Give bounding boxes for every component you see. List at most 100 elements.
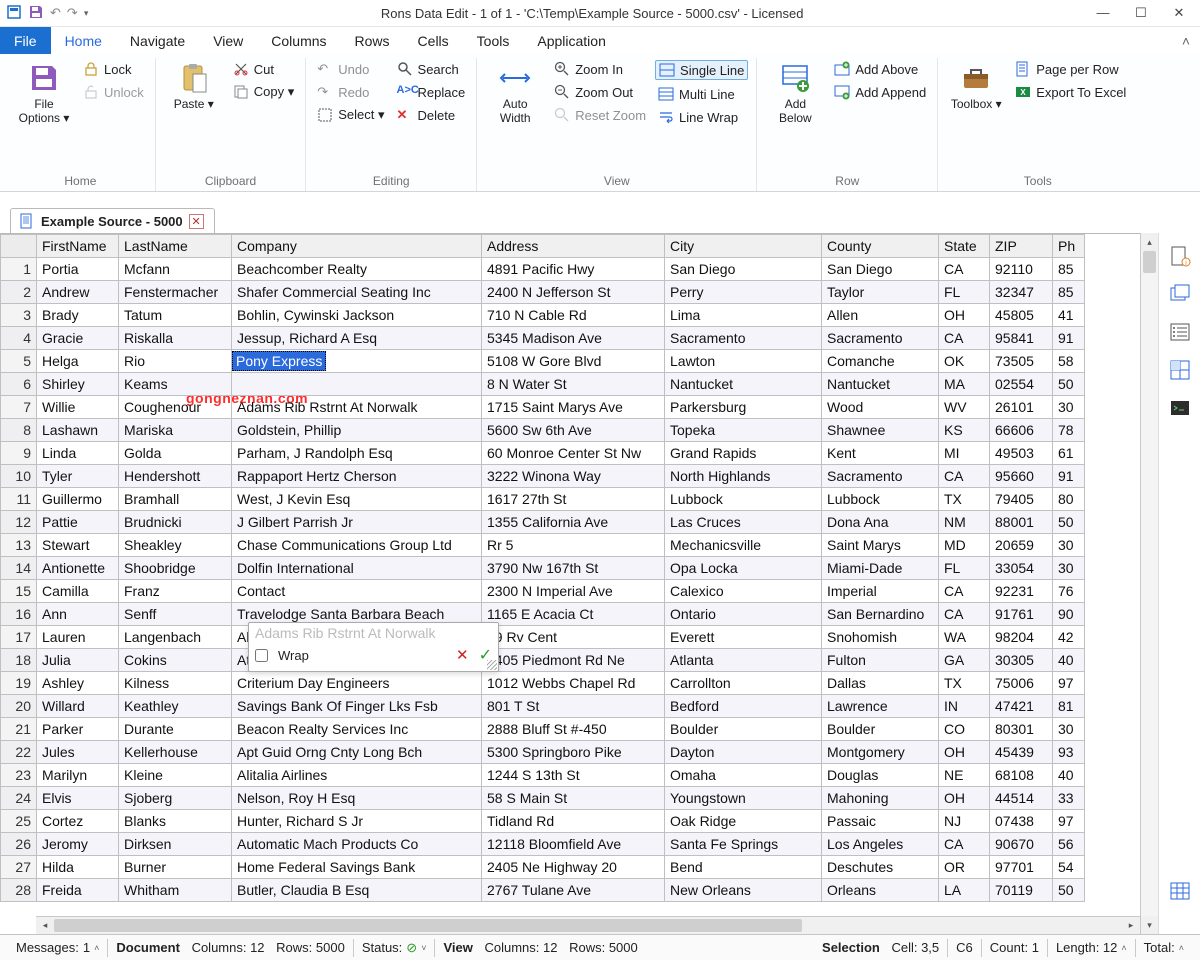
row-number[interactable]: 26 [1, 833, 37, 856]
row-number[interactable]: 19 [1, 672, 37, 695]
cell[interactable]: Lashawn [37, 419, 119, 442]
zoom-out-button[interactable]: Zoom Out [551, 83, 649, 101]
cell[interactable]: Apt Guid Orng Cnty Long Bch [232, 741, 482, 764]
cell[interactable]: 1617 27th St [482, 488, 665, 511]
row-number[interactable]: 22 [1, 741, 37, 764]
cell[interactable]: Boulder [822, 718, 939, 741]
cell[interactable]: Mariska [119, 419, 232, 442]
cell[interactable]: Grand Rapids [665, 442, 822, 465]
cell[interactable]: Orleans [822, 879, 939, 902]
cell[interactable]: Shirley [37, 373, 119, 396]
cell[interactable]: 90670 [990, 833, 1053, 856]
cell[interactable]: Sjoberg [119, 787, 232, 810]
cell[interactable]: 2400 N Jefferson St [482, 281, 665, 304]
table-row[interactable]: 3BradyTatumBohlin, Cywinski Jackson710 N… [1, 304, 1085, 327]
cell[interactable]: Boulder [665, 718, 822, 741]
cell[interactable]: Goldstein, Phillip [232, 419, 482, 442]
cell[interactable]: 49503 [990, 442, 1053, 465]
row-number[interactable]: 20 [1, 695, 37, 718]
page-per-row-button[interactable]: Page per Row [1012, 60, 1129, 78]
cell[interactable]: Gracie [37, 327, 119, 350]
cell[interactable]: Nantucket [822, 373, 939, 396]
paste-button[interactable]: Paste ▾ [164, 60, 224, 113]
col-header[interactable]: ZIP [990, 235, 1053, 258]
cell[interactable]: Bramhall [119, 488, 232, 511]
cell[interactable]: 20659 [990, 534, 1053, 557]
delete-button[interactable]: ✕Delete [394, 106, 469, 124]
cell[interactable]: 1012 Webbs Chapel Rd [482, 672, 665, 695]
cell[interactable]: Kellerhouse [119, 741, 232, 764]
row-number[interactable]: 28 [1, 879, 37, 902]
cell[interactable]: Las Cruces [665, 511, 822, 534]
cell[interactable]: 5108 W Gore Blvd [482, 350, 665, 373]
redo-qat-icon[interactable]: ↷ [67, 5, 78, 21]
cell[interactable]: Senff [119, 603, 232, 626]
cell[interactable]: 30 [1053, 534, 1085, 557]
maximize-button[interactable]: ☐ [1134, 5, 1148, 21]
close-button[interactable]: ✕ [1172, 5, 1186, 21]
side-terminal-icon[interactable] [1167, 395, 1193, 421]
cell[interactable]: 26101 [990, 396, 1053, 419]
cell[interactable]: 85 [1053, 281, 1085, 304]
zoom-in-button[interactable]: Zoom In [551, 60, 649, 78]
cell[interactable]: 8 N Water St [482, 373, 665, 396]
cell[interactable]: San Diego [665, 258, 822, 281]
cell[interactable]: Nelson, Roy H Esq [232, 787, 482, 810]
cell[interactable]: 92231 [990, 580, 1053, 603]
cell[interactable]: Mcfann [119, 258, 232, 281]
cell[interactable]: 91761 [990, 603, 1053, 626]
cell[interactable]: Allen [822, 304, 939, 327]
cell[interactable]: Douglas [822, 764, 939, 787]
cell[interactable]: Guillermo [37, 488, 119, 511]
cell[interactable]: Oak Ridge [665, 810, 822, 833]
tab-rows[interactable]: Rows [341, 27, 404, 54]
tab-home[interactable]: Home [51, 27, 116, 54]
cell[interactable]: Golda [119, 442, 232, 465]
cell[interactable]: Ann [37, 603, 119, 626]
row-number[interactable]: 14 [1, 557, 37, 580]
cell[interactable]: Butler, Claudia B Esq [232, 879, 482, 902]
col-header[interactable]: County [822, 235, 939, 258]
cell[interactable]: Alitalia Airlines [232, 764, 482, 787]
cell[interactable]: 1355 California Ave [482, 511, 665, 534]
cell[interactable]: Wood [822, 396, 939, 419]
cell[interactable]: Jessup, Richard A Esq [232, 327, 482, 350]
cell[interactable]: Kleine [119, 764, 232, 787]
cell[interactable]: WA [939, 626, 990, 649]
cell[interactable]: IN [939, 695, 990, 718]
cell[interactable]: CA [939, 258, 990, 281]
row-number[interactable]: 11 [1, 488, 37, 511]
row-number[interactable]: 23 [1, 764, 37, 787]
cell[interactable]: Home Federal Savings Bank [232, 856, 482, 879]
tab-file[interactable]: File [0, 27, 51, 54]
cell[interactable]: Willie [37, 396, 119, 419]
cell[interactable]: 73505 [990, 350, 1053, 373]
cell[interactable]: 3405 Piedmont Rd Ne [482, 649, 665, 672]
cut-button[interactable]: Cut [230, 60, 298, 78]
cell[interactable]: Atlanta [665, 649, 822, 672]
cell[interactable]: 56 [1053, 833, 1085, 856]
cell[interactable]: OH [939, 787, 990, 810]
cell[interactable]: 85 [1053, 258, 1085, 281]
cell[interactable]: OH [939, 304, 990, 327]
cell[interactable]: 75006 [990, 672, 1053, 695]
cell[interactable]: Parker [37, 718, 119, 741]
row-number[interactable]: 4 [1, 327, 37, 350]
cell[interactable]: NE [939, 764, 990, 787]
cell[interactable]: Ashley [37, 672, 119, 695]
cell[interactable] [232, 373, 482, 396]
cell[interactable]: Parkersburg [665, 396, 822, 419]
cell[interactable]: Cortez [37, 810, 119, 833]
cell[interactable]: Lauren [37, 626, 119, 649]
cell[interactable]: Julia [37, 649, 119, 672]
row-number[interactable]: 24 [1, 787, 37, 810]
cell[interactable]: 95660 [990, 465, 1053, 488]
cell[interactable]: KS [939, 419, 990, 442]
cell[interactable]: 99 Rv Cent [482, 626, 665, 649]
col-header[interactable]: LastName [119, 235, 232, 258]
cell[interactable]: Hilda [37, 856, 119, 879]
cell[interactable]: 50 [1053, 511, 1085, 534]
cell[interactable]: Sheakley [119, 534, 232, 557]
cell[interactable]: Brudnicki [119, 511, 232, 534]
table-row[interactable]: 11GuillermoBramhallWest, J Kevin Esq1617… [1, 488, 1085, 511]
